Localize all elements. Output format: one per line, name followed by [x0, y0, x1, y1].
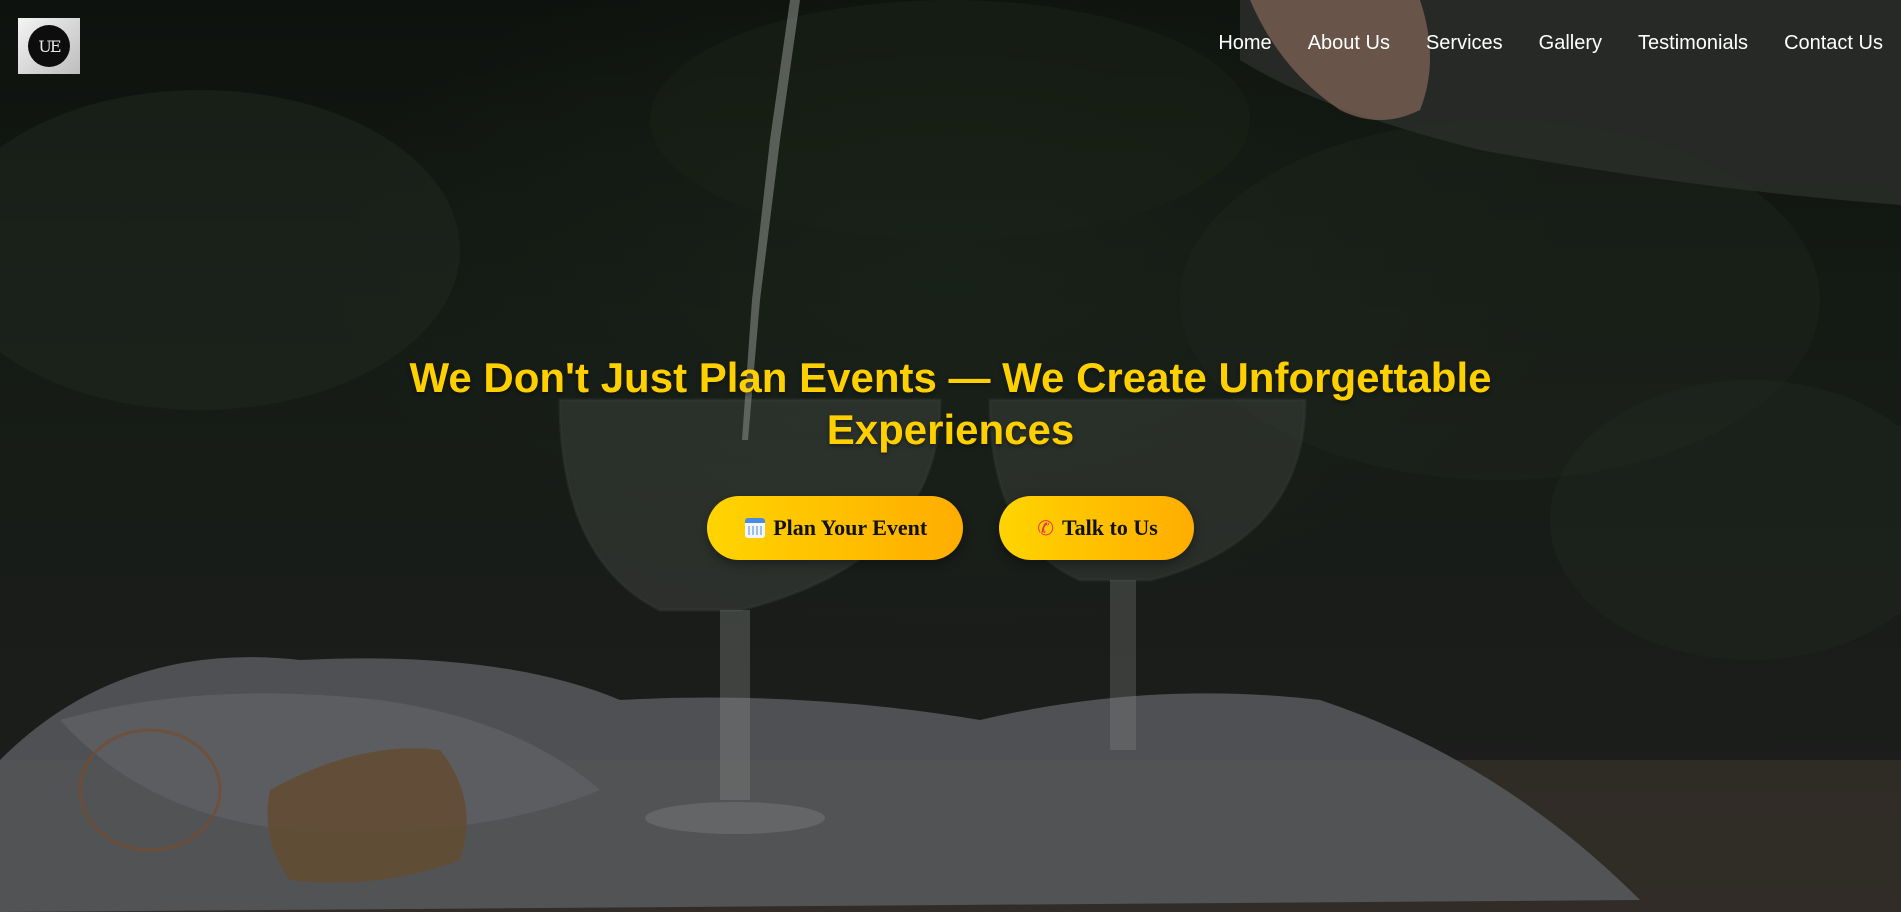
- plan-your-event-label: Plan Your Event: [773, 515, 928, 540]
- phone-icon: ✆: [1037, 516, 1054, 540]
- hero-content: We Don't Just Plan Events — We Create Un…: [0, 352, 1901, 560]
- talk-to-us-button[interactable]: ✆ Talk to Us: [999, 496, 1194, 560]
- site-logo[interactable]: UE: [18, 18, 80, 74]
- calendar-icon: [745, 518, 766, 538]
- hero-section: UE Home About Us Services Gallery Testim…: [0, 0, 1901, 912]
- nav-item-home[interactable]: Home: [1218, 32, 1271, 55]
- nav-item-about-us[interactable]: About Us: [1308, 32, 1390, 55]
- main-navigation: Home About Us Services Gallery Testimoni…: [1182, 32, 1883, 55]
- cta-row: Plan Your Event ✆ Talk to Us: [0, 496, 1901, 560]
- nav-item-services[interactable]: Services: [1426, 32, 1503, 55]
- nav-item-gallery[interactable]: Gallery: [1539, 32, 1602, 55]
- nav-item-testimonials[interactable]: Testimonials: [1638, 32, 1748, 55]
- logo-mark: UE: [28, 25, 70, 67]
- talk-to-us-label: Talk to Us: [1062, 515, 1158, 540]
- plan-your-event-button[interactable]: Plan Your Event: [707, 496, 964, 560]
- hero-title: We Don't Just Plan Events — We Create Un…: [409, 354, 1492, 453]
- nav-item-contact-us[interactable]: Contact Us: [1784, 32, 1883, 55]
